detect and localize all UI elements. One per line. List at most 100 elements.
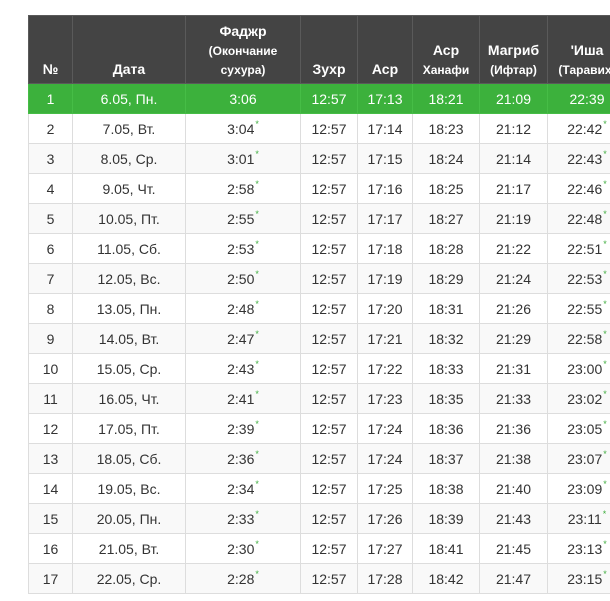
cell-maghrib: 21:36 bbox=[479, 413, 548, 444]
header-maghrib-sub: (Ифтар) bbox=[490, 63, 537, 77]
table-row: 5 10.05, Пт. 2:55* 12:57 17:17 18:27 21:19 22:4… bbox=[28, 203, 610, 234]
header-asr: Аср bbox=[357, 15, 413, 84]
cell-asr-hanafi: 18:27 bbox=[412, 203, 480, 234]
cell-fajr: 2:34* bbox=[185, 473, 301, 504]
cell-asr-hanafi-value: 18:28 bbox=[428, 240, 464, 257]
cell-fajr-value: 2:58 bbox=[227, 180, 255, 197]
cell-isha: 22:55* bbox=[547, 293, 610, 324]
cell-maghrib-value: 21:47 bbox=[495, 570, 532, 587]
table-row: 12 17.05, Пт. 2:39* 12:57 17:24 18:36 21:36 23:… bbox=[28, 413, 610, 444]
cell-zuhr: 12:57 bbox=[300, 263, 358, 294]
cell-date: 10.05, Пт. bbox=[72, 203, 186, 234]
cell-num-value: 2 bbox=[46, 120, 55, 137]
cell-date: 17.05, Пт. bbox=[72, 413, 186, 444]
cell-fajr-value: 2:33 bbox=[227, 510, 255, 527]
cell-fajr-value: 2:34 bbox=[227, 480, 255, 497]
cell-maghrib-value: 21:17 bbox=[495, 180, 532, 197]
cell-asr: 17:24 bbox=[357, 413, 413, 444]
cell-zuhr: 12:57 bbox=[300, 173, 358, 204]
cell-asr-hanafi: 18:37 bbox=[412, 443, 480, 474]
cell-fajr: 2:33* bbox=[185, 503, 301, 534]
cell-zuhr-value: 12:57 bbox=[311, 330, 347, 347]
cell-asr-hanafi: 18:31 bbox=[412, 293, 480, 324]
cell-zuhr: 12:57 bbox=[300, 323, 358, 354]
cell-zuhr: 12:57 bbox=[300, 383, 358, 414]
cell-date: 22.05, Ср. bbox=[72, 563, 186, 594]
cell-isha-value: 22:42 bbox=[567, 120, 603, 137]
cell-isha-value: 22:46 bbox=[567, 180, 603, 197]
cell-maghrib: 21:14 bbox=[479, 143, 548, 174]
cell-fajr-value: 2:30 bbox=[227, 540, 255, 557]
cell-date-value: 15.05, Ср. bbox=[96, 360, 162, 377]
header-isha: 'Иша (Таравих) bbox=[547, 15, 610, 84]
cell-maghrib: 21:29 bbox=[479, 323, 548, 354]
cell-maghrib: 21:40 bbox=[479, 473, 548, 504]
cell-maghrib: 21:47 bbox=[479, 563, 548, 594]
cell-asr-hanafi-value: 18:29 bbox=[428, 270, 464, 287]
cell-maghrib-value: 21:29 bbox=[495, 330, 532, 347]
cell-isha-value: 23:13 bbox=[567, 540, 603, 557]
cell-zuhr: 12:57 bbox=[300, 503, 358, 534]
cell-asr-hanafi-value: 18:36 bbox=[428, 420, 464, 437]
cell-num: 11 bbox=[28, 383, 73, 414]
cell-date-value: 22.05, Ср. bbox=[96, 570, 162, 587]
cell-asr-value: 17:19 bbox=[367, 270, 403, 287]
asterisk-mark: * bbox=[603, 208, 607, 219]
cell-fajr-value: 2:47 bbox=[227, 330, 255, 347]
cell-fajr-value: 2:36 bbox=[227, 450, 255, 467]
asterisk-mark: * bbox=[255, 478, 259, 489]
cell-num-value: 9 bbox=[46, 330, 55, 347]
cell-maghrib: 21:24 bbox=[479, 263, 548, 294]
cell-asr: 17:25 bbox=[357, 473, 413, 504]
cell-fajr-value: 2:39 bbox=[227, 420, 255, 437]
cell-date-value: 7.05, Вт. bbox=[102, 120, 156, 137]
asterisk-mark: * bbox=[255, 178, 259, 189]
cell-asr: 17:19 bbox=[357, 263, 413, 294]
cell-maghrib: 21:33 bbox=[479, 383, 548, 414]
asterisk-mark: * bbox=[255, 118, 259, 129]
table-row: 13 18.05, Сб. 2:36* 12:57 17:24 18:37 21:38 23:… bbox=[28, 443, 610, 474]
cell-isha: 23:05* bbox=[547, 413, 610, 444]
cell-fajr: 2:43* bbox=[185, 353, 301, 384]
cell-date: 6.05, Пн. bbox=[72, 83, 186, 114]
cell-isha-value: 22:55 bbox=[567, 300, 603, 317]
cell-asr-value: 17:13 bbox=[367, 90, 403, 107]
cell-isha-value: 22:39 bbox=[569, 90, 605, 107]
cell-asr: 17:23 bbox=[357, 383, 413, 414]
cell-asr-hanafi-value: 18:23 bbox=[428, 120, 464, 137]
cell-asr-value: 17:14 bbox=[367, 120, 403, 137]
cell-date: 14.05, Вт. bbox=[72, 323, 186, 354]
cell-asr-value: 17:25 bbox=[367, 480, 403, 497]
asterisk-mark: * bbox=[255, 508, 259, 519]
cell-num: 3 bbox=[28, 143, 73, 174]
cell-asr-value: 17:15 bbox=[367, 150, 403, 167]
cell-date-value: 20.05, Пн. bbox=[96, 510, 162, 527]
cell-maghrib: 21:45 bbox=[479, 533, 548, 564]
cell-zuhr-value: 12:57 bbox=[311, 210, 347, 227]
cell-date: 21.05, Вт. bbox=[72, 533, 186, 564]
cell-date: 11.05, Сб. bbox=[72, 233, 186, 264]
cell-asr-hanafi-value: 18:35 bbox=[428, 390, 464, 407]
table-row: 2 7.05, Вт. 3:04* 12:57 17:14 18:23 21:12 22:42… bbox=[28, 113, 610, 144]
cell-fajr: 2:58* bbox=[185, 173, 301, 204]
cell-zuhr: 12:57 bbox=[300, 293, 358, 324]
cell-zuhr-value: 12:57 bbox=[311, 90, 347, 107]
cell-num-value: 3 bbox=[46, 150, 55, 167]
cell-zuhr-value: 12:57 bbox=[311, 180, 347, 197]
asterisk-mark: * bbox=[603, 148, 607, 159]
cell-date-value: 9.05, Чт. bbox=[102, 180, 156, 197]
cell-asr-hanafi: 18:29 bbox=[412, 263, 480, 294]
cell-maghrib: 21:43 bbox=[479, 503, 548, 534]
cell-zuhr-value: 12:57 bbox=[311, 510, 347, 527]
cell-date-value: 21.05, Вт. bbox=[98, 540, 160, 557]
cell-date: 20.05, Пн. bbox=[72, 503, 186, 534]
cell-fajr: 2:48* bbox=[185, 293, 301, 324]
cell-fajr: 2:55* bbox=[185, 203, 301, 234]
cell-num: 13 bbox=[28, 443, 73, 474]
table-row-today: 1 6.05, Пн. 3:06 12:57 17:13 18:21 21:09 22:39 bbox=[28, 83, 610, 114]
cell-num-value: 1 bbox=[46, 90, 55, 107]
cell-num-value: 15 bbox=[42, 510, 59, 527]
cell-asr-hanafi-value: 18:33 bbox=[428, 360, 464, 377]
cell-fajr: 3:04* bbox=[185, 113, 301, 144]
cell-isha: 23:15* bbox=[547, 563, 610, 594]
